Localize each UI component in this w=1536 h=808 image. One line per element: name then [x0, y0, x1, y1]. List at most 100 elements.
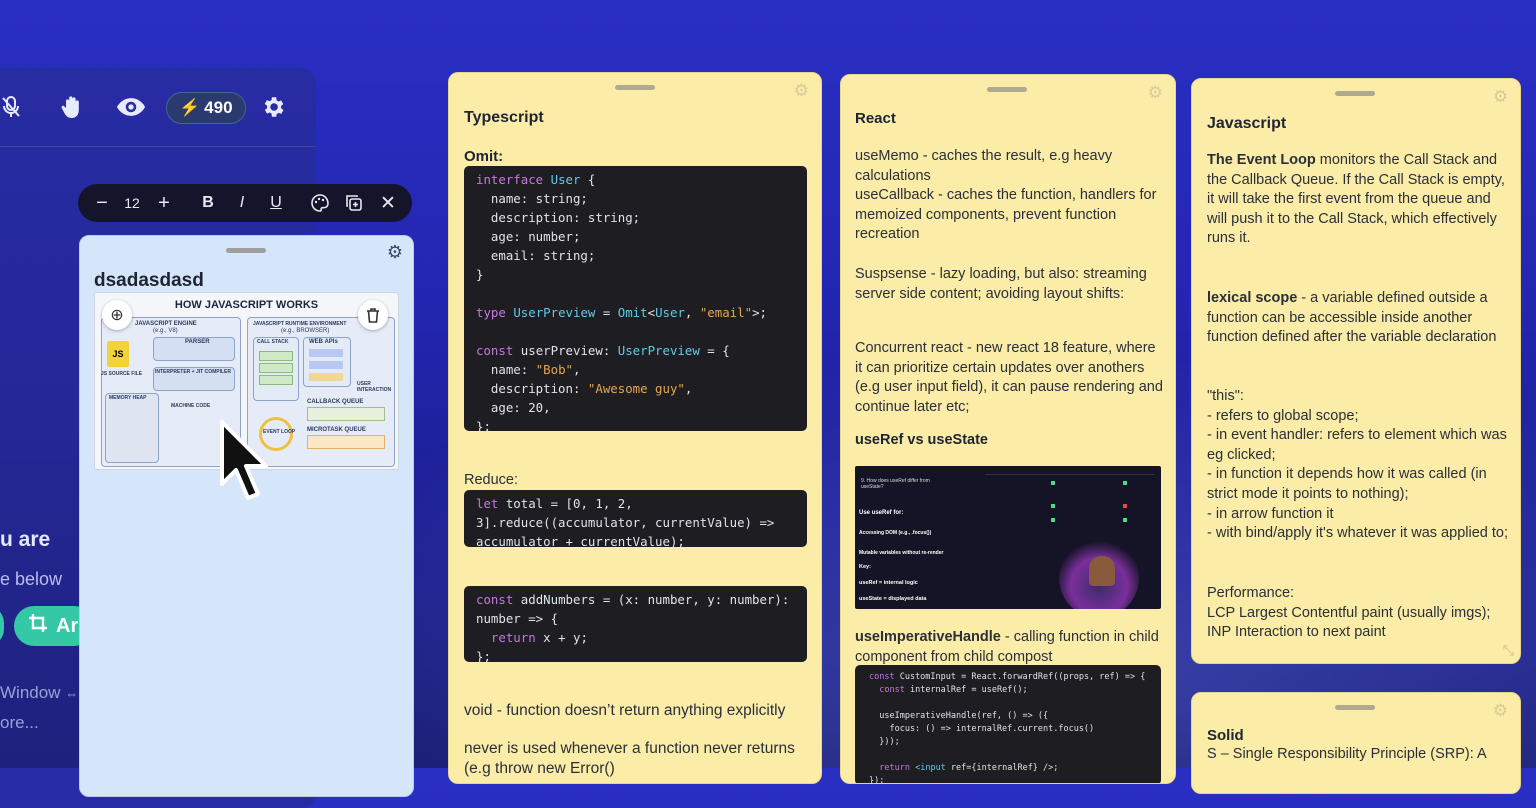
- api-chip: [309, 349, 343, 357]
- sticky-note-react[interactable]: ⚙ React useMemo - caches the result, e.g…: [840, 74, 1176, 784]
- presenter-figure: [1089, 556, 1115, 586]
- increase-font-button[interactable]: +: [152, 184, 176, 222]
- memory-heap-box: [105, 393, 159, 463]
- gear-icon[interactable]: ⚙: [1493, 87, 1508, 107]
- callback-queue-label: CALLBACK QUEUE: [307, 399, 364, 405]
- omit-label: Omit:: [464, 148, 504, 165]
- event-loop-text: The Event Loop monitors the Call Stack a…: [1207, 152, 1505, 247]
- zoom-in-icon[interactable]: ⊕: [102, 300, 132, 330]
- points-badge[interactable]: ⚡ 490: [166, 92, 246, 124]
- decrease-font-button[interactable]: −: [90, 184, 114, 222]
- machine-code-label: MACHINE CODE: [171, 403, 211, 409]
- note-title: React: [855, 110, 896, 127]
- top-toolbar: ⚡ 490: [0, 68, 316, 147]
- lexical-scope-text: lexical scope - a variable defined outsi…: [1207, 290, 1497, 346]
- microtask-queue-label: MICROTASK QUEUE: [307, 427, 366, 433]
- drag-handle[interactable]: [226, 248, 266, 253]
- font-size-value[interactable]: 12: [118, 184, 146, 222]
- gear-icon[interactable]: ⚙: [794, 81, 809, 101]
- stack-frame: [259, 351, 293, 361]
- js-source-label: JS SOURCE FILE: [101, 371, 143, 377]
- shot-use-ref-for: Use useRef for:: [859, 510, 904, 516]
- shot-check: [1051, 518, 1055, 522]
- suspense-text: Suspsense - lazy loading, but also: stre…: [855, 266, 1147, 302]
- callback-queue-strip: [307, 407, 385, 421]
- hand-icon[interactable]: [57, 92, 87, 122]
- close-icon[interactable]: ✕: [376, 184, 400, 222]
- left-subtext-fragment: e below: [0, 569, 63, 589]
- note-title: Solid: [1207, 727, 1244, 744]
- void-text: void - function doesn’t return anything …: [464, 702, 786, 719]
- shot-key: Key:: [859, 564, 871, 570]
- shot-mutable: Mutable variables without re-render: [859, 550, 944, 556]
- bold-button[interactable]: B: [196, 184, 220, 222]
- code-block-omit: interface User { name: string; descripti…: [464, 166, 807, 431]
- underline-button[interactable]: U: [264, 184, 288, 222]
- shot-table: [985, 474, 1155, 525]
- drag-handle[interactable]: [615, 85, 655, 90]
- shot-cross: [1123, 504, 1127, 508]
- runtime-label: JAVASCRIPT RUNTIME ENVIRONMENT: [253, 321, 347, 327]
- window-text-fragment: Window ⇔: [0, 683, 79, 702]
- sticky-note-solid[interactable]: ⚙ Solid S – Single Responsibility Princi…: [1191, 692, 1521, 794]
- italic-button[interactable]: I: [230, 184, 254, 222]
- api-chip: [309, 361, 343, 369]
- engine-sub-label: (e.g., V8): [153, 328, 178, 334]
- call-stack-label: CALL STACK: [257, 339, 289, 345]
- points-count: 490: [204, 98, 233, 117]
- eye-icon[interactable]: [116, 92, 146, 122]
- more-text-fragment: ore...: [0, 713, 39, 732]
- solid-srp-text: S – Single Responsibility Principle (SRP…: [1207, 746, 1487, 762]
- note-title: dsadasdasd: [94, 270, 204, 291]
- gear-icon[interactable]: ⚙: [1493, 701, 1508, 721]
- microtask-queue-strip: [307, 435, 385, 449]
- drag-handle[interactable]: [1335, 91, 1375, 96]
- api-chip: [309, 373, 343, 381]
- concurrent-text: Concurrent react - new react 18 feature,…: [855, 340, 1163, 415]
- shot-useref-internal: useRef = internal logic: [859, 580, 918, 586]
- sticky-note-typescript[interactable]: ⚙ Typescript Omit: interface User { name…: [448, 72, 822, 784]
- stack-frame: [259, 363, 293, 373]
- memory-heap-label: MEMORY HEAP: [109, 395, 147, 401]
- mouse-cursor-icon: [220, 420, 268, 500]
- parser-label: PARSER: [185, 339, 210, 345]
- gear-icon[interactable]: ⚙: [1148, 83, 1163, 103]
- sticky-note-blue[interactable]: ⚙ dsadasdasd HOW JAVASCRIPT WORKS JAVASC…: [79, 235, 414, 797]
- shot-check: [1123, 518, 1127, 522]
- trash-icon[interactable]: [358, 300, 388, 330]
- shot-accessing-dom: Accessing DOM (e.g., .focus()): [859, 530, 932, 536]
- this-list: "this": - refers to global scope; - in e…: [1207, 388, 1508, 542]
- shot-title: 9. How does useRef differ from useState?: [861, 478, 930, 490]
- format-toolbar: − 12 + B I U ✕: [78, 184, 412, 222]
- useref-heading: useRef vs useState: [855, 432, 988, 448]
- gear-icon[interactable]: ⚙: [387, 242, 403, 263]
- reduce-label: Reduce:: [464, 472, 519, 488]
- engine-label: JAVASCRIPT ENGINE: [135, 321, 197, 327]
- web-apis-label: WEB APIs: [309, 339, 338, 345]
- code-block-imperative: const CustomInput = React.forwardRef((pr…: [855, 665, 1161, 783]
- gear-icon[interactable]: [258, 92, 288, 122]
- shot-check: [1051, 481, 1055, 485]
- shot-usestate-displayed: useState = displayed data: [859, 596, 927, 602]
- resize-icon[interactable]: ⤡: [1503, 642, 1514, 659]
- imperative-handle-text: useImperativeHandle - calling function i…: [855, 629, 1159, 665]
- left-heading-fragment: u are: [0, 528, 51, 551]
- user-interaction-label: USER INTERACTION: [357, 381, 392, 393]
- diagram-title: HOW JAVASCRIPT WORKS: [174, 299, 319, 311]
- code-block-reduce: let total = [0, 1, 2, 3].reduce((accumul…: [464, 490, 807, 547]
- drag-handle[interactable]: [1335, 705, 1375, 710]
- sticky-note-javascript[interactable]: ⚙ Javascript The Event Loop monitors the…: [1191, 78, 1521, 664]
- note-title: Javascript: [1207, 115, 1287, 132]
- runtime-sub-label: (e.g., BROWSER): [281, 328, 330, 334]
- js-file-icon: JS: [107, 341, 129, 367]
- drag-handle[interactable]: [987, 87, 1027, 92]
- stack-frame: [259, 375, 293, 385]
- palette-icon[interactable]: [308, 184, 332, 222]
- compiler-label: INTERPRETER + JIT COMPILER: [155, 369, 231, 375]
- duplicate-icon[interactable]: [342, 184, 366, 222]
- usecallback-text: useCallback - caches the function, handl…: [855, 187, 1157, 243]
- bolt-icon: ⚡: [179, 98, 201, 117]
- shot-check: [1051, 504, 1055, 508]
- usememo-text: useMemo - caches the result, e.g heavy c…: [855, 148, 1113, 184]
- mic-off-icon[interactable]: [0, 92, 26, 122]
